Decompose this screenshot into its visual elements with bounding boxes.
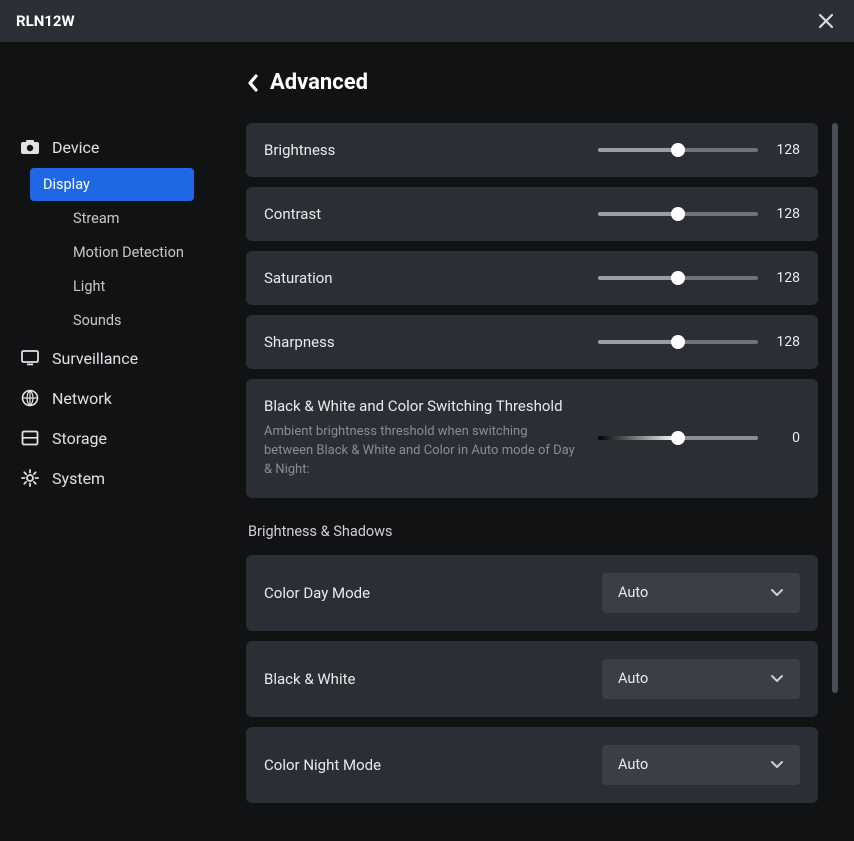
color-night-mode-card: Color Night Mode Auto [246, 727, 818, 803]
select-value: Auto [618, 584, 648, 601]
color-day-mode-card: Color Day Mode Auto [246, 555, 818, 631]
sidebar-item-motion-detection[interactable]: Motion Detection [30, 236, 194, 269]
chevron-down-icon [770, 588, 784, 598]
sidebar-item-display[interactable]: Display [30, 168, 194, 201]
main-panel: Advanced Brightness 128 C [224, 42, 854, 841]
color-night-mode-select[interactable]: Auto [602, 745, 800, 785]
page-title: Advanced [270, 70, 368, 95]
brightness-slider[interactable] [598, 148, 758, 152]
color-night-mode-label: Color Night Mode [264, 756, 494, 774]
sidebar-item-system[interactable]: System [0, 458, 224, 498]
brightness-value: 128 [772, 142, 800, 158]
sidebar-item-stream[interactable]: Stream [30, 202, 194, 235]
window-header: RLN12W [0, 0, 854, 42]
select-value: Auto [618, 670, 648, 687]
sharpness-slider[interactable] [598, 340, 758, 344]
threshold-slider[interactable] [598, 436, 758, 440]
sidebar-label: Surveillance [52, 349, 138, 368]
sidebar-item-device[interactable]: Device [0, 127, 224, 167]
sidebar-label: Device [52, 138, 99, 157]
contrast-value: 128 [772, 206, 800, 222]
black-white-label: Black & White [264, 670, 494, 688]
sidebar: Device Display Stream Motion Detection L… [0, 42, 224, 841]
saturation-slider[interactable] [598, 276, 758, 280]
window-title: RLN12W [16, 12, 75, 30]
threshold-card: Black & White and Color Switching Thresh… [246, 379, 818, 498]
black-white-select[interactable]: Auto [602, 659, 800, 699]
sidebar-item-storage[interactable]: Storage [0, 418, 224, 458]
threshold-desc: Ambient brightness threshold when switch… [264, 423, 578, 480]
close-icon [817, 12, 835, 30]
contrast-label: Contrast [264, 205, 494, 223]
sidebar-item-light[interactable]: Light [30, 270, 194, 303]
select-value: Auto [618, 756, 648, 773]
scrollbar[interactable] [832, 123, 838, 833]
gear-icon [20, 468, 40, 488]
color-day-mode-label: Color Day Mode [264, 584, 494, 602]
chevron-down-icon [770, 760, 784, 770]
sharpness-label: Sharpness [264, 333, 494, 351]
sidebar-item-surveillance[interactable]: Surveillance [0, 338, 224, 378]
back-button[interactable] [246, 73, 260, 93]
close-button[interactable] [814, 9, 838, 33]
brightness-label: Brightness [264, 141, 494, 159]
sidebar-label: Network [52, 389, 112, 408]
color-day-mode-select[interactable]: Auto [602, 573, 800, 613]
sidebar-item-sounds[interactable]: Sounds [30, 304, 194, 337]
globe-icon [20, 388, 40, 408]
contrast-card: Contrast 128 [246, 187, 818, 241]
chevron-down-icon [770, 674, 784, 684]
sidebar-label: System [52, 469, 105, 488]
scrollbar-thumb[interactable] [832, 123, 838, 693]
black-white-card: Black & White Auto [246, 641, 818, 717]
threshold-label: Black & White and Color Switching Thresh… [264, 397, 578, 415]
saturation-label: Saturation [264, 269, 494, 287]
sidebar-item-network[interactable]: Network [0, 378, 224, 418]
sharpness-value: 128 [772, 334, 800, 350]
sharpness-card: Sharpness 128 [246, 315, 818, 369]
chevron-left-icon [246, 73, 260, 93]
saturation-value: 128 [772, 270, 800, 286]
brightness-card: Brightness 128 [246, 123, 818, 177]
monitor-icon [20, 348, 40, 368]
section-brightness-shadows: Brightness & Shadows [246, 523, 818, 540]
threshold-value: 0 [772, 430, 800, 446]
contrast-slider[interactable] [598, 212, 758, 216]
sidebar-label: Storage [52, 429, 107, 448]
saturation-card: Saturation 128 [246, 251, 818, 305]
storage-icon [20, 428, 40, 448]
camera-icon [20, 137, 40, 157]
